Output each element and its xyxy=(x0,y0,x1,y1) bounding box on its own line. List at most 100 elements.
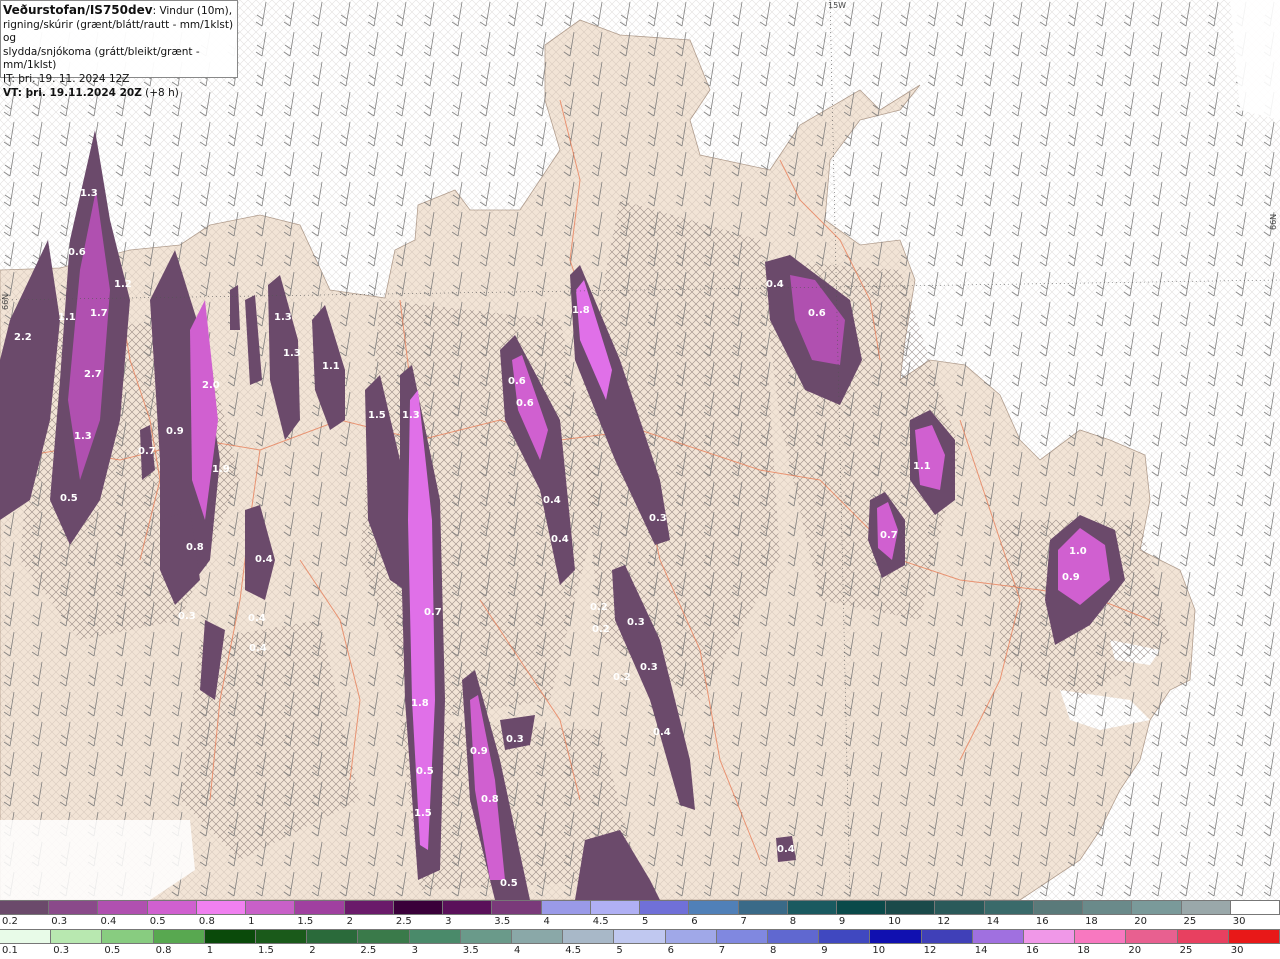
rain-swatch xyxy=(358,930,410,943)
precip-value: 1.5 xyxy=(368,410,386,421)
title-line-1: Veðurstofan/IS750dev: Vindur (10m), xyxy=(3,3,235,19)
precip-value: 0.4 xyxy=(777,844,795,855)
rain-swatch xyxy=(1228,930,1280,943)
rain-tick-label: 6 xyxy=(667,945,674,956)
snow-tick-label: 7 xyxy=(740,916,747,927)
snow-tick-label: 4.5 xyxy=(592,916,609,927)
snow-swatch xyxy=(984,901,1034,914)
snow-tick-label: 16 xyxy=(1035,916,1049,927)
snow-swatch xyxy=(196,901,247,914)
precip-value: 1.1 xyxy=(58,312,76,323)
snow-swatch xyxy=(787,901,837,914)
precip-value: 0.4 xyxy=(543,495,561,506)
map-title-box: Veðurstofan/IS750dev: Vindur (10m), rign… xyxy=(0,0,238,99)
rain-tick-label: 8 xyxy=(770,945,777,956)
precip-value: 1.8 xyxy=(572,305,590,316)
snow-tick-label: 8 xyxy=(789,916,797,927)
rain-swatch xyxy=(102,930,154,943)
rain-tick-label: 3 xyxy=(411,945,418,956)
snow-swatch xyxy=(443,901,493,914)
snow-colorbar: 0.2 0.3 0.4 0.5 0.8 1 1.5 2 2.5 3 3.5 4 4.5 5 6 7 8 9 10 12… xyxy=(0,900,1280,929)
valid-time: VT: þri. 19.11.2024 20Z xyxy=(3,86,142,99)
precip-value: 0.9 xyxy=(166,426,184,437)
snow-swatch xyxy=(1083,901,1133,914)
rain-tick-label: 4 xyxy=(514,945,521,956)
rain-swatch xyxy=(1024,930,1076,943)
snow-tick-label: 4 xyxy=(543,916,550,927)
snow-tick-label: 20 xyxy=(1134,916,1148,927)
snow-swatches xyxy=(0,900,1280,915)
precip-value: 1.3 xyxy=(283,348,301,359)
snow-tick-label: 10 xyxy=(888,916,901,927)
rain-swatch xyxy=(870,930,922,943)
snow-swatch xyxy=(0,901,50,914)
rain-swatch xyxy=(768,930,820,943)
precip-value: 0.9 xyxy=(1062,572,1080,583)
precip-value: 0.2 xyxy=(613,672,631,683)
snow-swatch xyxy=(1230,901,1280,914)
rain-tick-label: 0.5 xyxy=(104,945,121,956)
rain-swatch xyxy=(512,930,564,943)
snow-swatch xyxy=(295,901,345,914)
rain-swatch xyxy=(1126,930,1178,943)
rain-swatch xyxy=(716,930,769,943)
precip-value: 0.7 xyxy=(424,607,442,618)
snow-tick-label: 2.5 xyxy=(395,916,412,927)
rain-colorbar: 0.1 0.3 0.5 0.8 1 1.5 2 2.5 3 3.5 4 4.5 5 6 7 8 9 10 12 14 1… xyxy=(0,929,1280,958)
rain-tick-label: 1 xyxy=(206,945,214,956)
precip-value: 0.4 xyxy=(255,554,273,565)
snow-swatch xyxy=(246,901,296,914)
precip-value: 2.0 xyxy=(202,380,220,391)
rain-tick-label: 7 xyxy=(718,945,726,956)
snow-swatch xyxy=(1033,901,1084,914)
precip-value: 1.2 xyxy=(114,279,132,290)
precip-value: 0.6 xyxy=(68,247,86,258)
lat-label-left: 66N xyxy=(1,294,10,310)
rain-swatch xyxy=(409,930,461,943)
precip-value: 1.3 xyxy=(402,410,420,421)
title-line-2: rigning/skúrir (grænt/blátt/rautt - mm/1… xyxy=(3,18,234,45)
rain-tick-label: 0.8 xyxy=(155,945,172,956)
rain-swatch xyxy=(563,930,615,943)
lead-time: (+8 h) xyxy=(141,86,179,99)
snow-tick-label: 5 xyxy=(642,916,649,927)
title-line-3: slydda/snjókoma (grátt/bleikt/grænt - mm… xyxy=(3,45,200,72)
snow-tick-label: 9 xyxy=(838,916,846,927)
precip-value: 0.9 xyxy=(470,746,488,757)
precip-value: 0.6 xyxy=(508,376,526,387)
precip-value: 0.5 xyxy=(416,766,434,777)
snow-tick-label: 1 xyxy=(248,916,255,927)
snow-tick-label: 0.5 xyxy=(149,916,166,927)
rain-tick-label: 30 xyxy=(1230,945,1244,956)
lon-label: 15W xyxy=(828,1,846,10)
weather-map: 15W 66N 66N 1.3 0.6 1.1 1.7 1.2 2.2 2.7 … xyxy=(0,0,1280,900)
brand-name: Veðurstofan/IS750dev xyxy=(3,3,153,17)
rain-swatch xyxy=(921,930,973,943)
snow-tick-label: 12 xyxy=(937,916,951,927)
lat-label-right: 66N xyxy=(1269,214,1278,230)
rain-tick-label: 10 xyxy=(872,945,886,956)
precip-value: 0.7 xyxy=(880,530,898,541)
precip-value: 0.5 xyxy=(60,493,78,504)
rain-tick-label: 9 xyxy=(821,945,828,956)
rain-swatch xyxy=(204,930,257,943)
precip-value: 1.1 xyxy=(322,361,340,372)
precip-value: 2.7 xyxy=(84,369,102,380)
rain-tick-label: 20 xyxy=(1128,945,1142,956)
precip-value: 0.3 xyxy=(627,617,645,628)
snow-swatch xyxy=(98,901,148,914)
rain-labels: 0.1 0.3 0.5 0.8 1 1.5 2 2.5 3 3.5 4 4.5 5 6 7 8 9 10 12 14 1… xyxy=(0,944,1280,959)
rain-swatch xyxy=(819,930,871,943)
snow-swatch xyxy=(541,901,591,914)
snow-swatch xyxy=(147,901,197,914)
snow-swatch xyxy=(1132,901,1182,914)
rain-tick-label: 3.5 xyxy=(462,945,479,956)
precip-value: 1.3 xyxy=(274,312,292,323)
precip-value: 0.2 xyxy=(590,602,608,613)
precip-value: 1.8 xyxy=(411,698,429,709)
snow-tick-label: 0.4 xyxy=(100,916,117,927)
rain-tick-label: 16 xyxy=(1026,945,1039,956)
precip-value: 0.2 xyxy=(592,624,610,635)
snow-swatch xyxy=(49,901,99,914)
rain-swatch xyxy=(153,930,205,943)
